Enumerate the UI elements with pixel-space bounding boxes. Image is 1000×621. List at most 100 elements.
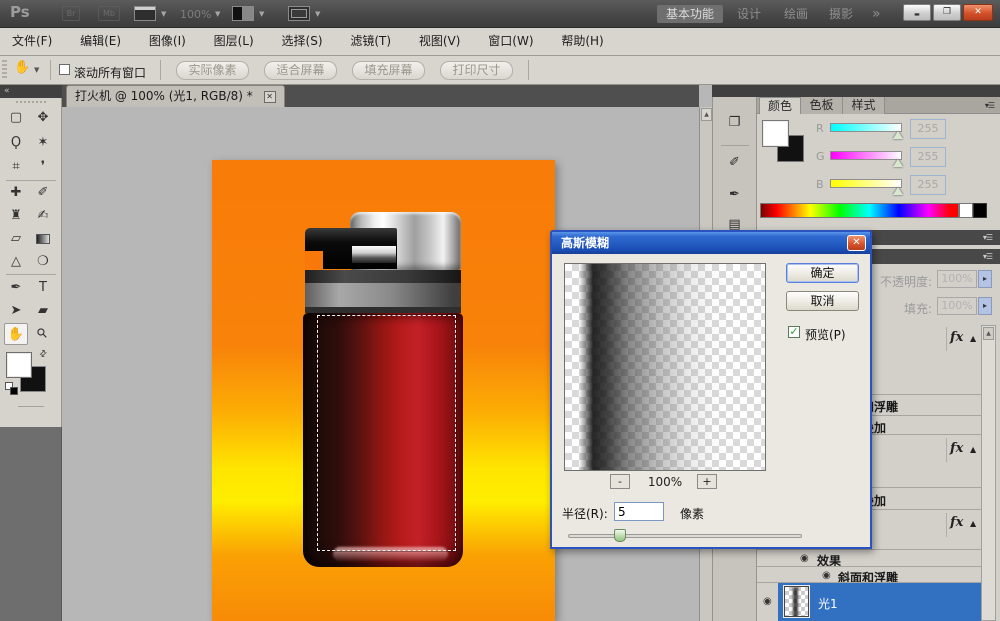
clone-stamp-tool[interactable]: ♜	[4, 205, 28, 227]
layer-thumbnail[interactable]	[784, 586, 809, 617]
dialog-titlebar[interactable]: 高斯模糊	[552, 232, 870, 254]
caret-down-icon[interactable]: ▼	[315, 10, 320, 18]
artboard[interactable]	[212, 160, 555, 621]
fill-arrow-icon[interactable]: ▸	[978, 297, 992, 315]
preview-zoom-out-button[interactable]: -	[610, 474, 630, 489]
radius-slider-thumb[interactable]	[614, 529, 626, 542]
panel-menu-icon[interactable]: ▾☰	[985, 101, 994, 110]
hand-tool[interactable]: ✋	[4, 323, 28, 345]
gradient-tool[interactable]	[31, 228, 55, 250]
zoom-tool[interactable]: ⚲	[27, 318, 60, 351]
magic-wand-tool[interactable]: ✶	[31, 132, 55, 154]
channel-g-value[interactable]: 255	[910, 147, 946, 167]
healing-brush-tool[interactable]: ✚	[4, 182, 28, 204]
cancel-button[interactable]: 取消	[786, 291, 859, 311]
channel-r-thumb[interactable]	[893, 131, 903, 139]
opacity-value[interactable]: 100%	[937, 270, 977, 288]
brush-tool[interactable]: ✐	[31, 182, 55, 204]
crop-tool[interactable]: ⌗	[4, 156, 28, 178]
channel-r-value[interactable]: 255	[910, 119, 946, 139]
radius-input[interactable]	[614, 502, 664, 521]
opacity-arrow-icon[interactable]: ▸	[978, 270, 992, 288]
options-grip[interactable]	[2, 60, 7, 80]
scroll-all-windows-checkbox[interactable]	[59, 64, 70, 75]
zoom-level-value[interactable]: 100%	[180, 8, 211, 21]
fill-value[interactable]: 100%	[937, 297, 977, 315]
history-brush-tool[interactable]: ✍	[31, 205, 55, 227]
move-tool[interactable]: ✥	[31, 107, 55, 129]
fill-screen-button[interactable]: 填充屏幕	[352, 61, 425, 80]
fx-badge[interactable]: fx	[950, 330, 963, 345]
tools-panel-header[interactable]: «	[0, 85, 62, 98]
arrange-documents-icon[interactable]	[134, 6, 156, 21]
minimize-button[interactable]: ▬	[903, 4, 931, 21]
workspace-tab-design[interactable]: 设计	[737, 5, 761, 23]
panel-icon-brushes[interactable]: ✐	[713, 155, 756, 170]
fx-badge[interactable]: fx	[950, 441, 963, 456]
marquee-tool[interactable]: ▢	[4, 107, 28, 129]
eyedropper-tool[interactable]: ❜	[31, 156, 55, 178]
panel-icon-clone-source[interactable]: ✒	[713, 187, 756, 202]
layers-scrollbar[interactable]: ▲	[981, 325, 996, 621]
ok-button[interactable]: 确定	[786, 263, 859, 283]
menu-select[interactable]: 选择(S)	[270, 28, 335, 55]
scroll-up-icon[interactable]: ▲	[983, 327, 994, 340]
channel-g-thumb[interactable]	[893, 159, 903, 167]
scroll-up-icon[interactable]: ▲	[701, 108, 712, 121]
menu-edit[interactable]: 编辑(E)	[68, 28, 133, 55]
radius-slider-track[interactable]	[568, 534, 802, 538]
tab-close-icon[interactable]: ✕	[264, 91, 276, 103]
fx-collapse-icon[interactable]: ▲	[970, 445, 976, 454]
foreground-color-swatch-panel[interactable]	[762, 120, 789, 147]
panel-menu-icon[interactable]: ▾☰	[983, 233, 992, 242]
channel-r-slider[interactable]	[830, 123, 902, 132]
fit-screen-button[interactable]: 适合屏幕	[264, 61, 337, 80]
menu-window[interactable]: 窗口(W)	[476, 28, 545, 55]
caret-down-icon[interactable]: ▼	[34, 66, 39, 74]
blur-tool[interactable]: △	[4, 251, 28, 273]
restore-button[interactable]: ❐	[933, 4, 961, 21]
color-spectrum-ramp[interactable]	[760, 203, 959, 218]
type-tool[interactable]: T	[31, 277, 55, 299]
channel-b-slider[interactable]	[830, 179, 902, 188]
eye-icon[interactable]: ◉	[800, 553, 809, 564]
menu-filter[interactable]: 滤镜(T)	[338, 28, 403, 55]
caret-down-icon[interactable]: ▼	[215, 10, 220, 18]
preview-zoom-in-button[interactable]: +	[697, 474, 717, 489]
preview-checkbox[interactable]: ✓	[788, 326, 800, 338]
spectrum-white-swatch[interactable]	[959, 203, 973, 218]
eye-icon[interactable]: ◉	[763, 596, 772, 607]
tab-color[interactable]: 颜色	[759, 97, 801, 114]
pen-tool[interactable]: ✒	[4, 277, 28, 299]
fx-badge[interactable]: fx	[950, 515, 963, 530]
lasso-tool[interactable]: Ϙ	[4, 132, 28, 154]
fx-collapse-icon[interactable]: ▲	[970, 519, 976, 528]
menu-image[interactable]: 图像(I)	[137, 28, 198, 55]
blur-preview[interactable]	[564, 263, 766, 471]
panel-menu-icon[interactable]: ▾☰	[983, 252, 992, 261]
print-size-button[interactable]: 打印尺寸	[440, 61, 513, 80]
caret-down-icon[interactable]: ▼	[259, 10, 264, 18]
right-dock-header[interactable]	[712, 85, 1000, 97]
minibridge-icon[interactable]: Mb	[98, 6, 120, 21]
panel-icon-history[interactable]: ❐	[713, 115, 756, 130]
eraser-tool[interactable]: ▱	[4, 228, 28, 250]
tab-swatches[interactable]: 色板	[801, 97, 843, 114]
screen-layout-icon[interactable]	[232, 6, 254, 21]
foreground-color-swatch[interactable]	[6, 352, 32, 378]
close-button[interactable]: ✕	[963, 4, 993, 21]
caret-down-icon[interactable]: ▼	[161, 10, 166, 18]
dodge-tool[interactable]: ❍	[31, 251, 55, 273]
panel-grip[interactable]	[16, 101, 46, 103]
actual-pixels-button[interactable]: 实际像素	[176, 61, 249, 80]
workspace-tab-essentials[interactable]: 基本功能	[657, 5, 723, 23]
menu-file[interactable]: 文件(F)	[0, 28, 64, 55]
menu-layer[interactable]: 图层(L)	[202, 28, 266, 55]
channel-b-thumb[interactable]	[893, 187, 903, 195]
menu-help[interactable]: 帮助(H)	[549, 28, 615, 55]
bridge-icon[interactable]: Br	[62, 6, 80, 21]
channel-b-value[interactable]: 255	[910, 175, 946, 195]
channel-g-slider[interactable]	[830, 151, 902, 160]
screen-mode-icon[interactable]	[288, 6, 310, 21]
spectrum-black-swatch[interactable]	[973, 203, 987, 218]
